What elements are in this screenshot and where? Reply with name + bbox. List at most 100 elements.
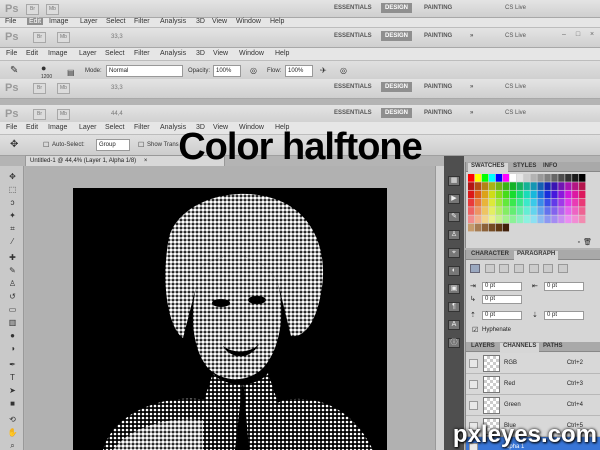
cs-live[interactable]: CS Live — [505, 84, 526, 90]
swatch[interactable] — [481, 174, 489, 182]
swatch[interactable] — [509, 198, 516, 207]
flow-input[interactable]: 100% — [285, 65, 313, 77]
more-workspaces[interactable]: » — [470, 84, 473, 90]
swatch[interactable] — [468, 215, 475, 224]
brush-preset-icon[interactable]: ● — [41, 63, 46, 73]
swatch[interactable] — [551, 182, 558, 190]
clone-source-panel-icon[interactable]: ♙ — [448, 230, 460, 240]
swatch[interactable] — [468, 190, 475, 199]
menu-analysis[interactable]: Analysis — [160, 18, 186, 25]
minibridge-icon[interactable]: Mb — [57, 109, 70, 120]
swatch[interactable] — [495, 198, 503, 207]
swatch[interactable] — [565, 198, 572, 207]
swatch[interactable] — [544, 207, 551, 215]
swatch[interactable] — [495, 215, 503, 224]
workspace-design[interactable]: DESIGN — [381, 108, 413, 118]
menu-layer[interactable]: Layer — [79, 50, 97, 57]
tab-layers[interactable]: LAYERS — [468, 343, 498, 349]
menu-filter[interactable]: Filter — [134, 50, 150, 57]
workspace-essentials[interactable]: ESSENTIALS — [334, 5, 372, 11]
swatch[interactable] — [495, 207, 503, 215]
align-right-icon[interactable] — [499, 264, 510, 273]
swatch[interactable] — [544, 190, 551, 199]
workspace-essentials[interactable]: ESSENTIALS — [334, 84, 372, 90]
healing-tool-icon[interactable]: ✚ — [7, 253, 18, 262]
move-tool-icon[interactable]: ✥ — [7, 172, 18, 181]
bridge-icon[interactable]: Br — [33, 83, 46, 94]
actions-panel-icon[interactable]: ▶ — [448, 194, 460, 204]
workspace-design[interactable]: DESIGN — [381, 31, 413, 41]
lasso-tool-icon[interactable]: ↄ — [7, 198, 18, 207]
swatch[interactable] — [572, 190, 579, 199]
clone-stamp-tool-icon[interactable]: ♙ — [7, 279, 18, 288]
swatch[interactable] — [502, 223, 510, 232]
swatch[interactable] — [468, 174, 475, 182]
menu-3d[interactable]: 3D — [196, 50, 205, 57]
menu-select[interactable]: Select — [105, 50, 124, 57]
workspace-design[interactable]: DESIGN — [381, 3, 413, 13]
info-panel-icon[interactable]: ⓘ — [448, 338, 460, 348]
swatch[interactable] — [516, 182, 523, 190]
swatch[interactable] — [474, 207, 482, 215]
swatch[interactable] — [565, 182, 572, 190]
menu-select[interactable]: Select — [106, 18, 125, 25]
pen-tool-icon[interactable]: ✒ — [7, 360, 18, 369]
menu-edit[interactable]: Edit — [26, 50, 38, 57]
blur-tool-icon[interactable]: ● — [7, 331, 18, 340]
bridge-icon[interactable]: Br — [26, 4, 39, 15]
swatch[interactable] — [537, 182, 544, 190]
channel-row-red[interactable]: Red Ctrl+3 — [466, 374, 600, 395]
swatch[interactable] — [579, 198, 586, 207]
justify-last-center-icon[interactable] — [528, 264, 539, 273]
cs-live[interactable]: CS Live — [505, 33, 526, 39]
swatch[interactable] — [572, 207, 579, 215]
type-tool-icon[interactable]: T — [7, 373, 18, 382]
swatch[interactable] — [572, 182, 579, 190]
swatch[interactable] — [565, 223, 572, 232]
swatch[interactable] — [523, 207, 530, 215]
swatch[interactable] — [558, 174, 565, 182]
zoom-value[interactable]: 44,4 — [111, 111, 123, 117]
swatch[interactable] — [551, 207, 558, 215]
swatch[interactable] — [488, 190, 496, 199]
swatch[interactable] — [544, 215, 551, 224]
swatch[interactable] — [502, 207, 510, 215]
pressure-opacity-icon[interactable]: ◎ — [250, 66, 257, 75]
tab-info[interactable]: INFO — [540, 163, 560, 169]
minibridge-icon[interactable]: Mb — [57, 83, 70, 94]
paragraph-styles-icon[interactable]: ¶ — [448, 302, 460, 312]
swatch[interactable] — [530, 223, 537, 232]
swatch[interactable] — [488, 223, 496, 232]
swatch[interactable] — [551, 190, 558, 199]
menu-view[interactable]: View — [212, 18, 227, 25]
zoom-value[interactable]: 33,3 — [111, 34, 123, 40]
swatch[interactable] — [530, 198, 537, 207]
swatch[interactable] — [558, 198, 565, 207]
visibility-eye-icon[interactable] — [469, 380, 478, 389]
tab-paragraph[interactable]: PARAGRAPH — [514, 251, 559, 260]
swatch[interactable] — [481, 207, 489, 215]
swatch[interactable] — [488, 182, 496, 190]
swatch-grid[interactable] — [468, 174, 586, 232]
brush-tool-icon[interactable]: ✎ — [7, 266, 18, 275]
swatch[interactable] — [551, 223, 558, 232]
swatch[interactable] — [516, 207, 523, 215]
swatch[interactable] — [551, 198, 558, 207]
swatch[interactable] — [558, 207, 565, 215]
workspace-painting[interactable]: PAINTING — [424, 110, 452, 116]
workspace-design[interactable]: DESIGN — [381, 82, 413, 92]
bridge-icon[interactable]: Br — [33, 32, 46, 43]
swatch[interactable] — [481, 182, 489, 190]
space-after-input[interactable]: 0 pt — [544, 311, 584, 320]
tab-channels[interactable]: CHANNELS — [500, 343, 540, 352]
shape-tool-icon[interactable]: ■ — [7, 399, 18, 408]
swatch[interactable] — [474, 174, 482, 182]
swatch[interactable] — [579, 182, 586, 190]
pressure-size-icon[interactable]: ◎ — [340, 66, 347, 75]
bridge-icon[interactable]: Br — [33, 109, 46, 120]
justify-all-icon[interactable] — [558, 264, 569, 273]
toggle-brush-panel-icon[interactable]: ▤ — [67, 68, 75, 77]
swatch[interactable] — [516, 198, 523, 207]
swatch[interactable] — [523, 182, 530, 190]
minibridge-icon[interactable]: Mb — [57, 32, 70, 43]
